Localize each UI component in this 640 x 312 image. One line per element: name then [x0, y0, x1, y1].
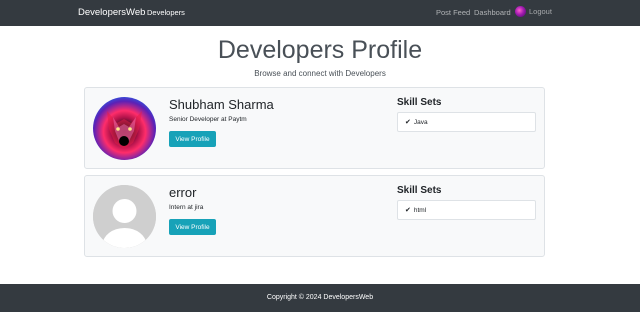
navbar: DevelopersWeb Developers Post Feed Dashb… [0, 0, 640, 26]
skill-list-item: ✔ Java [397, 112, 536, 132]
copyright-text: Copyright © 2024 DevelopersWeb [266, 294, 374, 301]
profile-card: error Intern at jira View Profile Skill … [84, 175, 545, 257]
avatar [93, 97, 156, 160]
skill-label: Java [413, 118, 428, 126]
profile-name: error [169, 185, 197, 200]
default-user-icon [93, 185, 156, 248]
nav-logout-link[interactable]: Logout [515, 6, 552, 17]
skills-heading: Skill Sets [397, 97, 442, 108]
logout-label: Logout [529, 7, 552, 16]
view-profile-button[interactable]: View Profile [169, 131, 216, 147]
skill-list-item: ✔ html [397, 200, 536, 220]
profile-status: Senior Developer at Paytm [169, 116, 247, 123]
wolf-artwork-icon [107, 111, 142, 149]
footer: Copyright © 2024 DevelopersWeb [0, 284, 640, 312]
profile-name: Shubham Sharma [169, 97, 274, 112]
skill-label: html [413, 206, 427, 214]
check-icon: ✔ [405, 207, 411, 214]
view-profile-button[interactable]: View Profile [169, 219, 216, 235]
user-avatar-icon [515, 6, 526, 17]
nav-post-feed-link[interactable]: Post Feed [436, 8, 470, 17]
skills-heading: Skill Sets [397, 185, 442, 196]
check-icon: ✔ [405, 119, 411, 126]
page-title: Developers Profile [217, 36, 423, 64]
avatar [93, 185, 156, 248]
page-subtitle: Browse and connect with Developers [254, 69, 386, 78]
nav-dashboard-link[interactable]: Dashboard [474, 8, 511, 17]
profile-card: Shubham Sharma Senior Developer at Paytm… [84, 87, 545, 169]
profile-status: Intern at jira [169, 204, 204, 211]
nav-developers-link[interactable]: Developers [147, 8, 185, 17]
brand-link[interactable]: DevelopersWeb [78, 7, 145, 18]
